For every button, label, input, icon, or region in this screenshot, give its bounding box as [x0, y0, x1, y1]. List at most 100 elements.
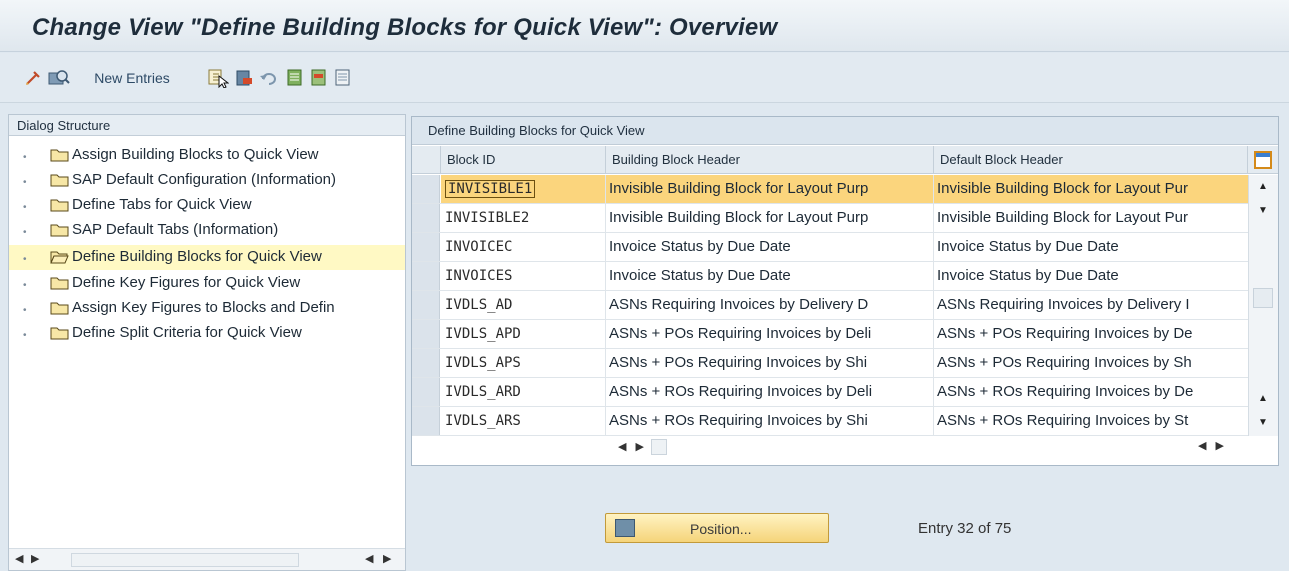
row-selector[interactable]: [412, 262, 440, 290]
title-bar: Change View "Define Building Blocks for …: [0, 0, 1289, 52]
tree-horizontal-scrollbar[interactable]: ◀ ▶ ◀ ▶: [9, 548, 405, 570]
cell-building-block-header[interactable]: Invisible Building Block for Layout Purp: [606, 204, 934, 232]
column-header-building-block-header[interactable]: Building Block Header: [606, 146, 934, 174]
table-row[interactable]: INVISIBLE2 Invisible Building Block for …: [412, 204, 1278, 233]
scrollbar-thumb[interactable]: [71, 553, 299, 567]
column-scroll-controls[interactable]: ◀ ▶: [618, 439, 668, 463]
tree-item-sap-default-config[interactable]: • SAP Default Configuration (Information…: [9, 168, 405, 193]
row-selector-header[interactable]: [412, 146, 441, 174]
column-header-default-block-header[interactable]: Default Block Header: [934, 146, 1248, 174]
dialog-structure-header: Dialog Structure: [9, 115, 405, 136]
table-row[interactable]: INVOICEC Invoice Status by Due Date Invo…: [412, 233, 1278, 262]
tree-bullet-icon: •: [23, 152, 27, 163]
table-settings-icon[interactable]: [1248, 146, 1278, 174]
select-all-icon[interactable]: [287, 68, 303, 88]
scroll-left-end-icon[interactable]: ◀: [365, 552, 373, 565]
row-selector[interactable]: [412, 175, 440, 203]
position-icon: [615, 519, 635, 537]
table-row[interactable]: IVDLS_APD ASNs + POs Requiring Invoices …: [412, 320, 1278, 349]
scroll-up-end-icon[interactable]: ▲: [1258, 393, 1268, 404]
tree-item-label: SAP Default Configuration (Information): [72, 171, 337, 188]
cell-block-id[interactable]: INVISIBLE1: [441, 175, 606, 203]
cell-block-id[interactable]: INVOICES: [441, 262, 606, 290]
tree-item-label: Define Key Figures for Quick View: [72, 274, 301, 291]
undo-change-icon[interactable]: [259, 68, 279, 88]
tree-item-assign-key-figures[interactable]: • Assign Key Figures to Blocks and Defin: [9, 296, 405, 321]
cell-default-block-header: ASNs + POs Requiring Invoices by De: [937, 325, 1193, 342]
cell-block-id[interactable]: INVISIBLE2: [441, 204, 606, 232]
scroll-right-end-icon[interactable]: ▶: [383, 552, 391, 565]
cell-building-block-header[interactable]: ASNs + POs Requiring Invoices by Deli: [606, 320, 934, 348]
table-row[interactable]: INVISIBLE1 Invisible Building Block for …: [412, 175, 1278, 204]
table-row[interactable]: IVDLS_AD ASNs Requiring Invoices by Deli…: [412, 291, 1278, 320]
new-entries-button[interactable]: New Entries: [80, 68, 184, 88]
cell-default-block-header: Invoice Status by Due Date: [937, 267, 1119, 284]
table-row[interactable]: INVOICES Invoice Status by Due Date Invo…: [412, 262, 1278, 291]
table-row[interactable]: IVDLS_ARD ASNs + ROs Requiring Invoices …: [412, 378, 1278, 407]
deselect-all-icon[interactable]: [335, 68, 351, 88]
column-header-block-id[interactable]: Block ID: [441, 146, 606, 174]
cell-block-id[interactable]: IVDLS_APS: [441, 349, 606, 377]
scroll-right-icon[interactable]: ▶: [1216, 440, 1224, 452]
row-selector[interactable]: [412, 407, 440, 435]
scroll-left-icon[interactable]: ◀: [1198, 440, 1206, 452]
scrollbar-thumb[interactable]: [1253, 288, 1273, 308]
cell-building-block-header[interactable]: ASNs + POs Requiring Invoices by Shi: [606, 349, 934, 377]
cell-block-id[interactable]: IVDLS_APD: [441, 320, 606, 348]
page-title: Change View "Define Building Blocks for …: [32, 14, 778, 41]
position-button-label: Position...: [690, 521, 752, 537]
tree-item-label: Assign Building Blocks to Quick View: [72, 146, 319, 163]
row-selector[interactable]: [412, 204, 440, 232]
tree-item-sap-default-tabs[interactable]: • SAP Default Tabs (Information): [9, 218, 405, 243]
scroll-up-icon[interactable]: ▲: [1258, 181, 1268, 192]
cell-building-block-header[interactable]: Invoice Status by Due Date: [606, 262, 934, 290]
cell-building-block-header[interactable]: ASNs + ROs Requiring Invoices by Deli: [606, 378, 934, 406]
tree-item-assign-building-blocks[interactable]: • Assign Building Blocks to Quick View: [9, 143, 405, 168]
scroll-down-end-icon[interactable]: ▼: [1258, 417, 1268, 428]
cell-building-block-header[interactable]: Invoice Status by Due Date: [606, 233, 934, 261]
cell-block-id[interactable]: IVDLS_AD: [441, 291, 606, 319]
row-selector[interactable]: [412, 349, 440, 377]
scroll-right-icon[interactable]: ▶: [31, 552, 39, 565]
scroll-left-icon[interactable]: ◀: [618, 441, 626, 453]
row-selector[interactable]: [412, 320, 440, 348]
cell-building-block-header[interactable]: ASNs Requiring Invoices by Delivery D: [606, 291, 934, 319]
cell-building-block-header[interactable]: ASNs + ROs Requiring Invoices by Shi: [606, 407, 934, 435]
folder-icon: [50, 199, 69, 212]
dialog-structure-panel: Dialog Structure • Assign Building Block…: [8, 114, 406, 571]
position-button[interactable]: Position...: [605, 513, 829, 543]
row-selector[interactable]: [412, 233, 440, 261]
row-selector[interactable]: [412, 378, 440, 406]
table-row[interactable]: IVDLS_APS ASNs + POs Requiring Invoices …: [412, 349, 1278, 378]
table-row[interactable]: IVDLS_ARS ASNs + ROs Requiring Invoices …: [412, 407, 1278, 436]
folder-icon: [50, 327, 69, 340]
scroll-left-icon[interactable]: ◀: [15, 552, 23, 565]
open-folder-icon: [50, 251, 69, 264]
folder-icon: [50, 302, 69, 315]
building-blocks-table: Define Building Blocks for Quick View Bl…: [411, 116, 1279, 466]
scroll-down-icon[interactable]: ▼: [1258, 205, 1268, 216]
tree-bullet-icon: •: [23, 305, 27, 316]
folder-icon: [50, 174, 69, 187]
display-change-icon[interactable]: [24, 68, 42, 88]
cell-default-block-header: ASNs + ROs Requiring Invoices by St: [937, 412, 1189, 429]
cell-block-id[interactable]: INVOICEC: [441, 233, 606, 261]
other-view-icon[interactable]: [48, 68, 70, 88]
delete-icon[interactable]: [235, 68, 253, 88]
tree-item-define-split-criteria[interactable]: • Define Split Criteria for Quick View: [9, 321, 405, 346]
scroll-right-icon[interactable]: ▶: [636, 441, 644, 453]
select-block-icon[interactable]: [311, 68, 327, 88]
column-scroll-controls-right[interactable]: ◀ ▶: [1198, 439, 1224, 463]
cell-default-block-header: ASNs Requiring Invoices by Delivery I: [937, 296, 1190, 313]
scrollbar-thumb[interactable]: [651, 439, 668, 455]
tree-item-define-key-figures[interactable]: • Define Key Figures for Quick View: [9, 271, 405, 296]
tree-item-define-tabs[interactable]: • Define Tabs for Quick View: [9, 193, 405, 218]
tree-item-define-building-blocks[interactable]: • Define Building Blocks for Quick View: [9, 245, 405, 270]
copy-as-icon[interactable]: [207, 68, 229, 88]
cell-block-id[interactable]: IVDLS_ARS: [441, 407, 606, 435]
cell-block-id[interactable]: IVDLS_ARD: [441, 378, 606, 406]
cell-building-block-header[interactable]: Invisible Building Block for Layout Purp: [606, 175, 934, 203]
row-selector[interactable]: [412, 291, 440, 319]
tree-item-label: Define Tabs for Quick View: [72, 196, 252, 213]
table-vertical-scrollbar[interactable]: ▲ ▼ ▲ ▼: [1248, 175, 1278, 436]
